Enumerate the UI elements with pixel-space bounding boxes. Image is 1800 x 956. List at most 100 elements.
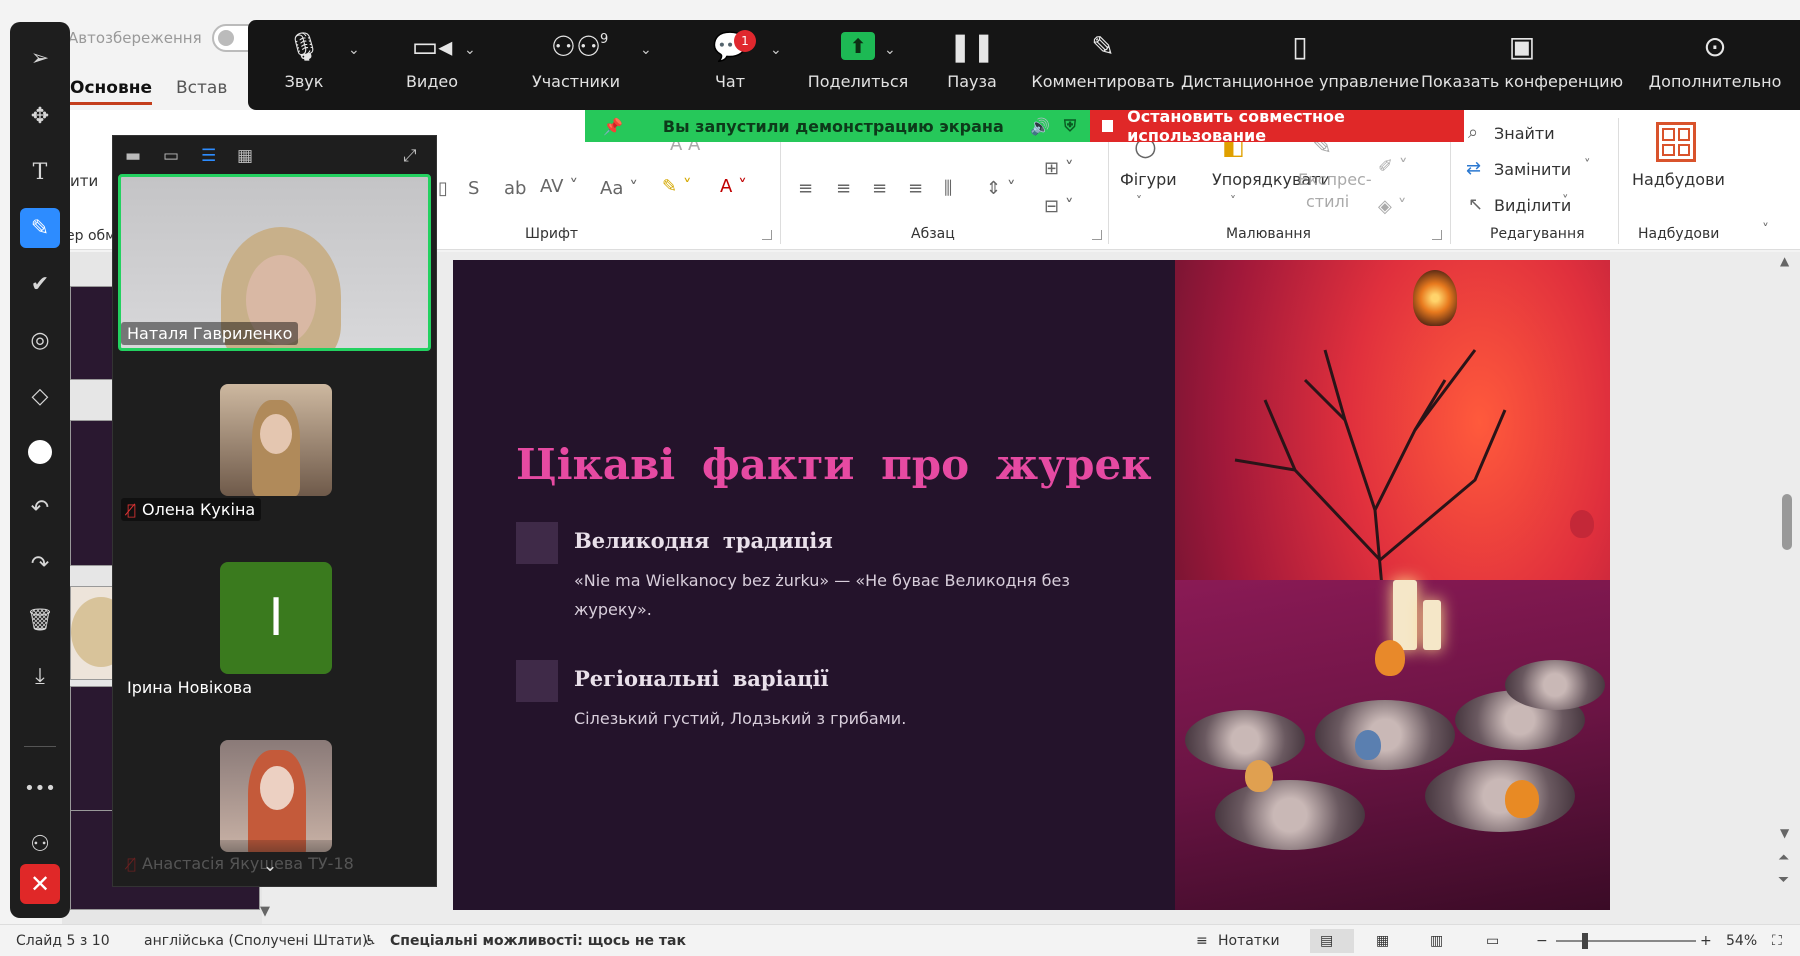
draw-pencil-icon[interactable]: ✎: [20, 208, 60, 248]
select-caret-icon[interactable]: ˅: [1562, 194, 1569, 209]
smartart-icon[interactable]: ⊟ ˅: [1044, 196, 1074, 217]
quick-styles-label-1[interactable]: Експрес-: [1298, 170, 1372, 189]
replace-caret-icon[interactable]: ˅: [1584, 158, 1591, 173]
shapes-caret-icon[interactable]: ˅: [1136, 194, 1142, 208]
easter-table-photo[interactable]: [1175, 260, 1610, 910]
font-color-icon[interactable]: A ˅: [720, 176, 747, 197]
close-icon[interactable]: ✕: [20, 864, 60, 904]
thumbnail-scroll-down-icon[interactable]: ▼: [260, 904, 270, 919]
slide-sorter-icon[interactable]: ▦: [1376, 933, 1389, 949]
accessibility-icon[interactable]: ♿: [364, 933, 377, 949]
vertical-scroll-thumb[interactable]: [1782, 494, 1792, 550]
slide-item-text[interactable]: «Nie ma Wielkanocy bez żurku» — «Не бува…: [574, 566, 1074, 624]
spotlight-icon[interactable]: ◎: [20, 320, 60, 360]
shape-outline-icon[interactable]: ◈ ˅: [1378, 196, 1407, 217]
slideshow-icon[interactable]: ▭: [1486, 933, 1499, 949]
ribbon-collapse-icon[interactable]: ˅: [1762, 222, 1769, 238]
quick-styles-label-2[interactable]: стилі: [1306, 192, 1349, 211]
find-icon[interactable]: ⌕: [1468, 122, 1478, 143]
zoom-out-icon[interactable]: −: [1536, 933, 1548, 949]
move-icon[interactable]: ✥: [20, 96, 60, 136]
select-cursor-icon[interactable]: ↖: [1468, 194, 1483, 215]
accessibility-status[interactable]: Спеціальні можливості: щось не так: [390, 933, 686, 949]
addins-button[interactable]: Надбудови: [1632, 170, 1725, 189]
notes-icon[interactable]: ≡: [1196, 933, 1208, 949]
find-button[interactable]: Знайти: [1494, 124, 1555, 143]
gallery-scroll-down-icon[interactable]: ⌄: [263, 856, 277, 876]
slide-counter[interactable]: Слайд 5 з 10: [16, 933, 110, 949]
share-button[interactable]: ⬆ Поделиться: [808, 20, 908, 110]
share-banner-pin-icon[interactable]: 📌: [603, 117, 623, 136]
select-arrow-icon[interactable]: ➢: [20, 38, 60, 78]
next-slide-icon[interactable]: ⏷: [1778, 872, 1789, 888]
show-meeting-button[interactable]: ▣ Показать конференцию: [1421, 20, 1623, 110]
minimize-icon[interactable]: ▬: [125, 146, 141, 166]
slide-item-title[interactable]: Великодня традиція: [574, 528, 833, 553]
gallery-view-icon[interactable]: ▦: [237, 146, 253, 166]
eraser-icon[interactable]: ◇: [20, 376, 60, 416]
video-options-caret-icon[interactable]: ⌄: [464, 42, 476, 58]
slide-item-text[interactable]: Сілезький густий, Лодзький з грибами.: [574, 704, 1074, 733]
undo-icon[interactable]: ↶: [20, 488, 60, 528]
select-button[interactable]: Виділити: [1494, 196, 1571, 215]
stamp-check-icon[interactable]: ✔: [20, 264, 60, 304]
align-center-icon[interactable]: ≡: [836, 178, 851, 199]
char-spacing-icon[interactable]: AV ˅: [540, 176, 578, 197]
stop-share-button[interactable]: Остановить совместное использование: [1090, 107, 1464, 145]
annotate-button[interactable]: ✎ Комментировать: [1031, 20, 1174, 110]
strip-view-icon[interactable]: ☰: [201, 146, 216, 166]
notes-button[interactable]: Нотатки: [1218, 933, 1280, 949]
participants-caret-icon[interactable]: ⌄: [640, 42, 652, 58]
zoom-level[interactable]: 54%: [1726, 933, 1757, 949]
zoom-slider[interactable]: [1556, 940, 1696, 942]
change-case-icon[interactable]: Aa ˅: [600, 178, 638, 199]
text-icon[interactable]: T: [20, 152, 60, 192]
slide-item-title[interactable]: Регіональні варіації: [574, 666, 829, 691]
share-caret-icon[interactable]: ⌄: [884, 42, 896, 58]
expand-icon[interactable]: ⤢: [403, 146, 417, 166]
align-right-icon[interactable]: ≡: [872, 178, 887, 199]
autosave-control[interactable]: Автозбереження: [68, 24, 264, 52]
participant-video-tile[interactable]: [220, 740, 332, 852]
strikethrough-s-icon[interactable]: S: [468, 178, 479, 199]
color-circle-icon[interactable]: [20, 432, 60, 472]
more-dots-icon[interactable]: •••: [20, 768, 60, 808]
zoom-in-icon[interactable]: +: [1700, 933, 1712, 949]
addins-icon[interactable]: [1656, 122, 1696, 162]
reading-view-icon[interactable]: ▥: [1430, 933, 1443, 949]
trash-icon[interactable]: 🗑: [20, 600, 60, 640]
previous-slide-icon[interactable]: ⏶: [1778, 850, 1789, 866]
shape-fill-icon[interactable]: ✐ ˅: [1378, 156, 1408, 177]
slide-canvas[interactable]: Цікаві факти про журек Великодня традиці…: [453, 260, 1610, 910]
strikethrough-icon[interactable]: ab: [504, 178, 526, 199]
font-dialog-launcher-icon[interactable]: [762, 230, 772, 240]
participant-avatar[interactable]: І: [220, 562, 332, 674]
scroll-up-icon[interactable]: ▲: [1780, 254, 1789, 268]
drawing-dialog-launcher-icon[interactable]: [1432, 230, 1442, 240]
video-button[interactable]: ▭◂ Видео: [398, 20, 466, 110]
participant-video-tile[interactable]: [220, 384, 332, 496]
speaker-view-icon[interactable]: ▭: [163, 146, 179, 166]
share-audio-icon[interactable]: 🔊: [1030, 117, 1050, 136]
paragraph-dialog-launcher-icon[interactable]: [1092, 230, 1102, 240]
arrange-caret-icon[interactable]: ˅: [1230, 194, 1236, 208]
scroll-down-icon[interactable]: ▼: [1780, 826, 1789, 840]
audio-options-caret-icon[interactable]: ⌄: [348, 42, 360, 58]
pause-share-button[interactable]: ❚❚ Пауза: [942, 20, 1002, 110]
save-download-icon[interactable]: ⤓: [20, 656, 60, 696]
chat-caret-icon[interactable]: ⌄: [770, 42, 782, 58]
highlight-color-icon[interactable]: ✎ ˅: [662, 176, 692, 197]
fit-slide-icon[interactable]: ⛶: [1772, 933, 1782, 949]
font-more-icon[interactable]: ▯: [438, 178, 448, 199]
slide-title[interactable]: Цікаві факти про журек: [516, 440, 1152, 489]
columns-icon[interactable]: ⫼: [944, 178, 952, 199]
line-spacing-icon[interactable]: ⇕ ˅: [986, 178, 1016, 199]
remote-control-button[interactable]: ▯ Дистанционное управление: [1181, 20, 1419, 110]
zoom-slider-thumb[interactable]: [1582, 933, 1588, 949]
align-text-icon[interactable]: ⊞ ˅: [1044, 158, 1074, 179]
participants-button[interactable]: ⚇⚇ Участники: [526, 20, 626, 110]
shapes-button[interactable]: Фігури: [1120, 170, 1177, 189]
audio-button[interactable]: 🎙 Звук: [270, 20, 338, 110]
language-indicator[interactable]: англійська (Сполучені Штати): [144, 933, 367, 949]
replace-button[interactable]: Замінити: [1494, 160, 1571, 179]
